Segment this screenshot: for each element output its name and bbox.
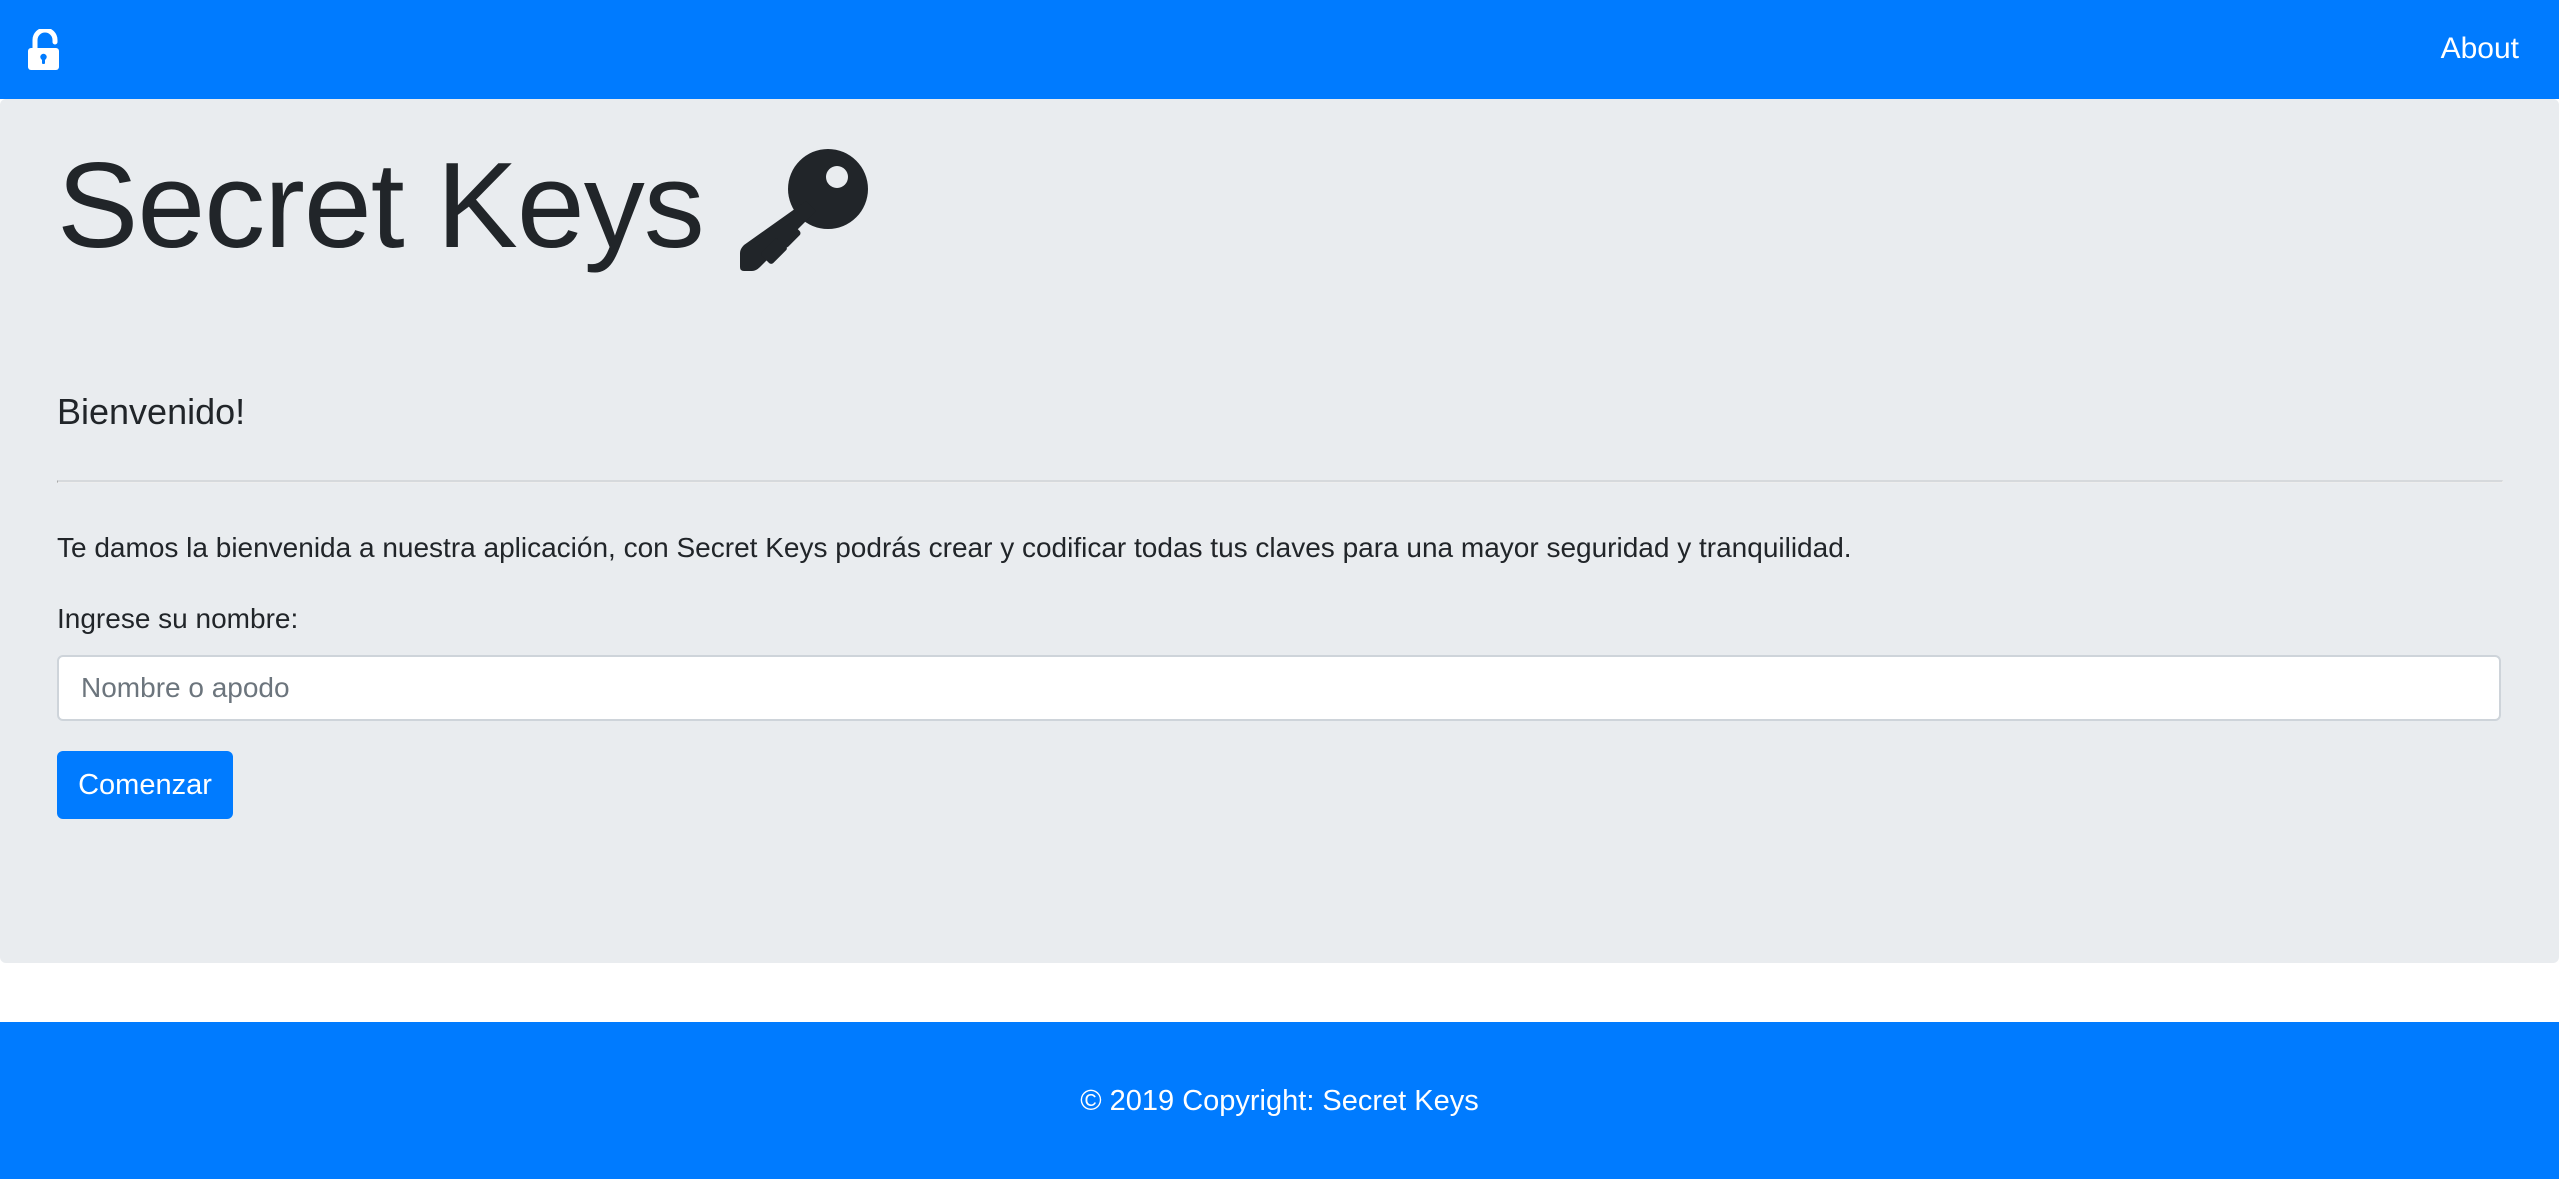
divider — [57, 480, 2503, 483]
page-footer: © 2019 Copyright: Secret Keys — [0, 1022, 2559, 1179]
nav-link-about[interactable]: About — [2441, 28, 2519, 70]
start-button[interactable]: Comenzar — [57, 751, 233, 819]
key-icon — [739, 149, 868, 271]
top-navbar: About — [0, 0, 2559, 99]
copyright-text: © 2019 Copyright: Secret Keys — [1080, 1084, 1479, 1117]
unlock-icon[interactable] — [25, 27, 65, 71]
page-title: Secret Keys — [57, 137, 705, 273]
name-input[interactable] — [57, 655, 2501, 721]
page-title-row: Secret Keys — [57, 130, 874, 280]
intro-text: Te damos la bienvenida a nuestra aplicac… — [57, 532, 1852, 563]
welcome-subtitle: Bienvenido! — [57, 391, 246, 432]
name-field-label: Ingrese su nombre: — [57, 603, 299, 634]
